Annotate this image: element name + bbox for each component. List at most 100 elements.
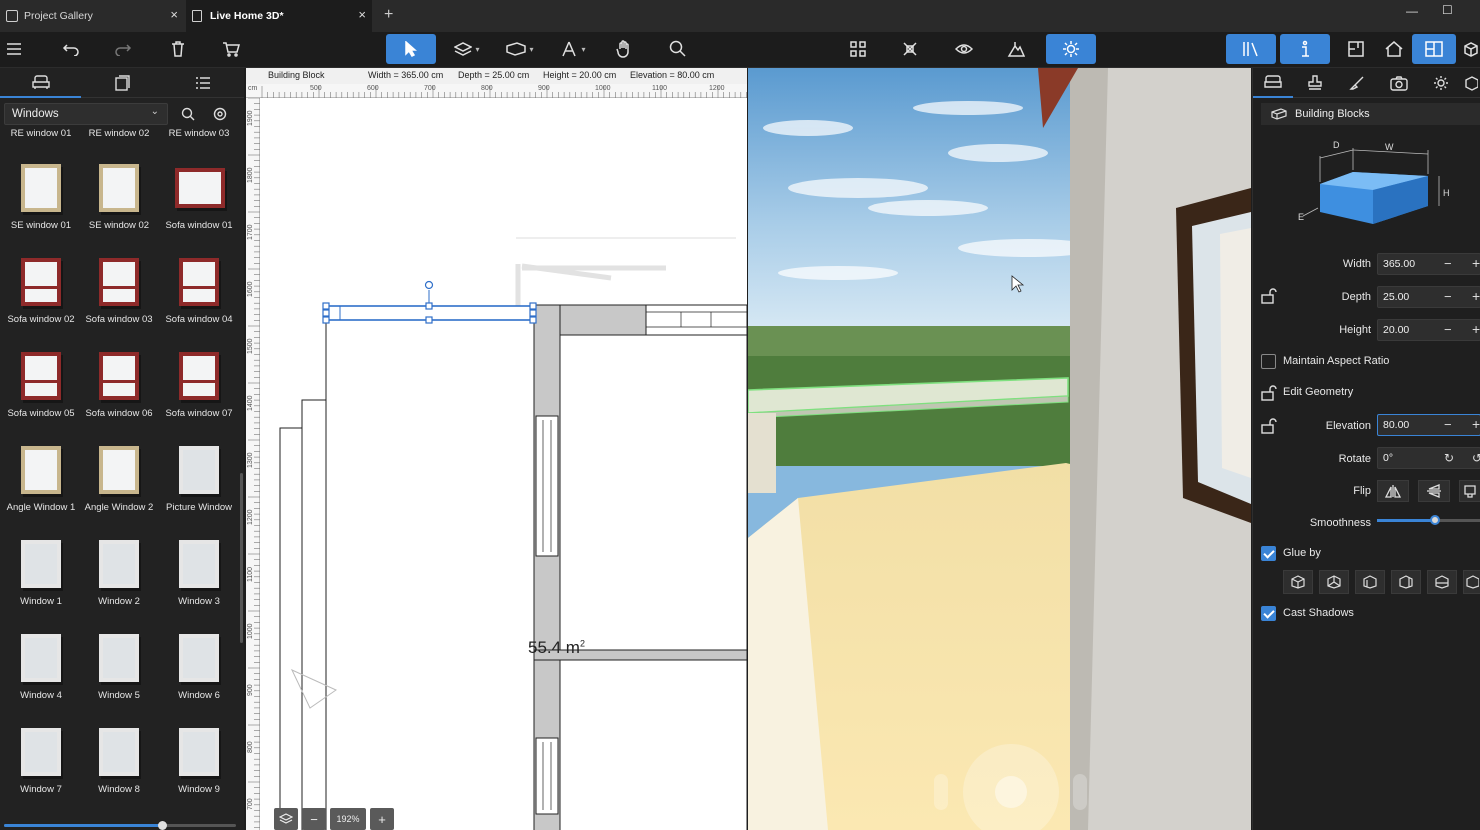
list-item[interactable]: Window 4 (0, 628, 82, 701)
maximize-icon[interactable]: ☐ (1442, 3, 1453, 17)
category-dropdown[interactable]: Windows ⌄ (4, 103, 168, 125)
width-field[interactable]: 365.00 − + (1377, 253, 1480, 275)
library-button[interactable] (1226, 34, 1276, 64)
new-tab-icon[interactable]: + (384, 6, 393, 24)
list-item[interactable]: Sofa window 03 (78, 252, 160, 325)
cube-view-button[interactable] (1462, 34, 1480, 64)
height-field[interactable]: 20.00 − + (1377, 319, 1480, 341)
object-type-header[interactable]: Building Blocks (1261, 103, 1480, 125)
maintain-aspect-checkbox[interactable] (1261, 354, 1276, 369)
list-item[interactable]: Sofa window 04 (158, 252, 240, 325)
tab-list[interactable] (162, 68, 243, 98)
list-item[interactable]: Window 6 (158, 628, 240, 701)
elevation-increment-button[interactable]: + (1472, 416, 1480, 432)
list-item[interactable]: Sofa window 06 (78, 346, 160, 419)
plan-view-button[interactable] (1344, 34, 1368, 64)
select-tool-button[interactable] (386, 34, 436, 64)
glue-side-3-button[interactable] (1355, 570, 1385, 594)
glue-by-checkbox[interactable] (1261, 546, 1276, 561)
tab-materials[interactable] (81, 68, 162, 98)
plan-view[interactable]: Building Block Width = 365.00 cm Depth =… (246, 68, 747, 830)
flip-horizontal-button[interactable] (1377, 480, 1409, 502)
pan-tool-button[interactable] (612, 34, 636, 64)
visibility-button[interactable] (952, 34, 976, 64)
list-item[interactable]: Window 2 (78, 534, 160, 607)
list-item[interactable]: Sofa window 05 (0, 346, 82, 419)
depth-decrement-button[interactable]: − (1444, 289, 1452, 304)
glue-side-2-button[interactable] (1319, 570, 1349, 594)
height-decrement-button[interactable]: − (1444, 322, 1452, 337)
thumbnail-size-slider[interactable] (4, 821, 236, 830)
tab-project-gallery[interactable]: Project Gallery × (0, 0, 184, 32)
wall-tool-button[interactable]: ▾ (502, 34, 538, 64)
minimize-icon[interactable]: — (1406, 4, 1418, 18)
edit-geometry-button[interactable]: Edit Geometry (1283, 386, 1353, 398)
trash-icon[interactable] (168, 34, 188, 64)
list-item[interactable]: SE window 02 (78, 158, 160, 231)
layers-tool-button[interactable]: ▾ (450, 34, 484, 64)
measure-tool-button[interactable]: ▾ (556, 34, 590, 64)
tab-light[interactable] (1421, 68, 1461, 98)
list-item[interactable]: Window 7 (0, 722, 82, 795)
glue-side-5-button[interactable] (1427, 570, 1457, 594)
library-scrollbar[interactable] (240, 473, 243, 643)
glue-side-4-button[interactable] (1391, 570, 1421, 594)
group-button[interactable] (846, 34, 870, 64)
library-filter-button[interactable] (206, 103, 234, 125)
zoom-tool-button[interactable] (666, 34, 690, 64)
3d-view-button[interactable] (1382, 34, 1406, 64)
list-item[interactable]: Window 9 (158, 722, 240, 795)
proportion-lock-icon[interactable] (1261, 288, 1277, 307)
layers-toggle-button[interactable] (274, 808, 298, 830)
depth-increment-button[interactable]: + (1472, 288, 1480, 304)
zoom-in-button[interactable]: + (370, 808, 394, 830)
height-increment-button[interactable]: + (1472, 321, 1480, 337)
list-item[interactable]: RE window 03 (158, 128, 240, 139)
tab-camera[interactable] (1379, 68, 1419, 98)
terrain-button[interactable] (1004, 34, 1028, 64)
tab-object[interactable] (1253, 68, 1293, 98)
daylight-button[interactable] (1046, 34, 1096, 64)
list-item[interactable]: Window 5 (78, 628, 160, 701)
list-item[interactable]: Window 3 (158, 534, 240, 607)
zoom-out-button[interactable]: − (302, 808, 326, 830)
glue-side-6-button[interactable] (1463, 570, 1480, 594)
list-item[interactable]: Sofa window 01 (158, 158, 240, 231)
library-search-button[interactable] (174, 103, 202, 125)
list-item[interactable]: Angle Window 2 (78, 440, 160, 513)
undo-icon[interactable] (60, 34, 82, 64)
list-item[interactable]: SE window 01 (0, 158, 82, 231)
list-item[interactable]: Picture Window (158, 440, 240, 513)
close-icon[interactable]: × (170, 8, 178, 21)
flip-depth-button[interactable] (1459, 480, 1480, 502)
list-item[interactable]: Window 1 (0, 534, 82, 607)
list-item[interactable]: Sofa window 02 (0, 252, 82, 325)
3d-view[interactable] (748, 68, 1251, 830)
elevation-lock-icon[interactable] (1261, 418, 1277, 437)
split-view-button[interactable] (1412, 34, 1456, 64)
tab-live-home-3d[interactable]: Live Home 3D* × (186, 0, 372, 32)
glue-side-1-button[interactable] (1283, 570, 1313, 594)
list-item[interactable]: RE window 02 (78, 128, 160, 139)
zoom-level[interactable]: 192% (330, 808, 366, 830)
close-icon[interactable]: × (358, 8, 366, 21)
elevation-decrement-button[interactable]: − (1444, 417, 1452, 432)
smoothness-slider[interactable] (1377, 515, 1480, 525)
list-item[interactable]: Sofa window 07 (158, 346, 240, 419)
ungroup-button[interactable] (898, 34, 922, 64)
rotate-field[interactable]: 0° ↻ ↺ (1377, 447, 1480, 469)
edit-geometry-icon[interactable] (1261, 385, 1277, 404)
cast-shadows-checkbox[interactable] (1261, 606, 1276, 621)
tab-more[interactable] (1461, 68, 1480, 98)
rotate-clockwise-icon[interactable]: ↻ (1444, 451, 1454, 465)
list-item[interactable]: Angle Window 1 (0, 440, 82, 513)
depth-field[interactable]: 25.00 − + (1377, 286, 1480, 308)
rotate-counterclockwise-icon[interactable]: ↺ (1472, 451, 1480, 465)
list-item[interactable]: Window 8 (78, 722, 160, 795)
menu-icon[interactable] (4, 34, 24, 64)
tab-furniture[interactable] (0, 68, 81, 98)
elevation-field[interactable]: 80.00 − + (1377, 414, 1480, 436)
inspector-button[interactable] (1280, 34, 1330, 64)
width-decrement-button[interactable]: − (1444, 256, 1452, 271)
tab-stamp[interactable] (1295, 68, 1335, 98)
